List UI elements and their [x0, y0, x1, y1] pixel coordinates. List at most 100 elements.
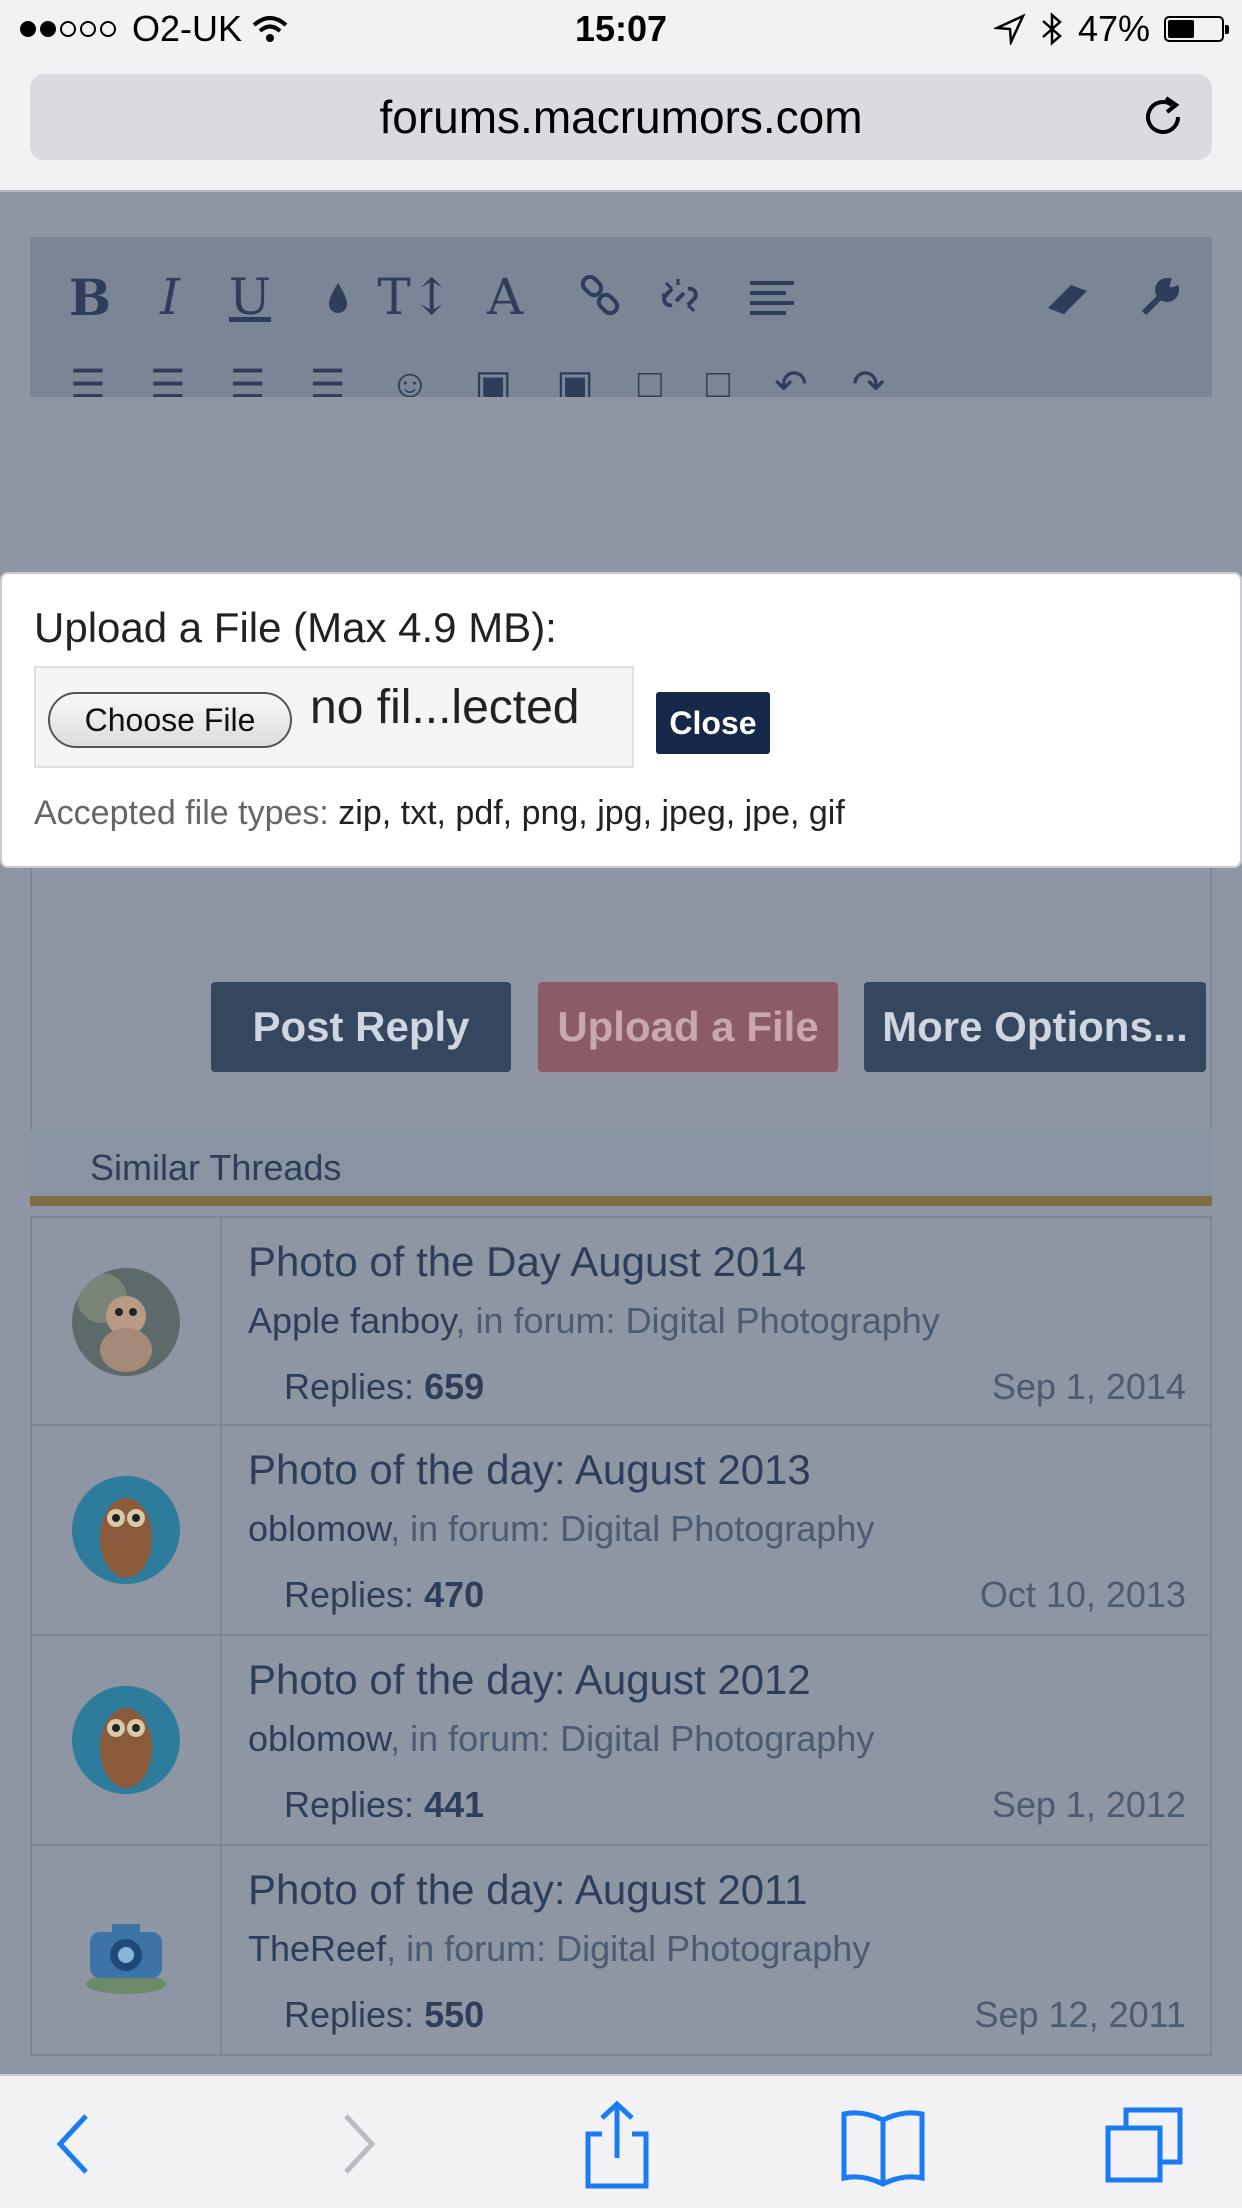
- thread-replies: Replies: 470: [284, 1574, 484, 1616]
- reload-icon[interactable]: [1136, 90, 1190, 144]
- list-icon[interactable]: ☰: [70, 362, 106, 397]
- similar-threads-list: Photo of the Day August 2014 Apple fanbo…: [30, 1216, 1212, 2056]
- location-icon: [993, 13, 1026, 45]
- thread-row[interactable]: Photo of the day: August 2013 oblomow, i…: [30, 1426, 1212, 1636]
- thread-replies: Replies: 659: [284, 1366, 484, 1408]
- url-text: forums.macrumors.com: [379, 91, 863, 143]
- thread-date: Sep 1, 2014: [991, 1366, 1186, 1407]
- status-bar: O2-UK 15:07 47%: [0, 0, 1242, 62]
- accepted-types-list: zip, txt, pdf, png, jpg, jpeg, jpe, gif: [338, 794, 845, 832]
- replies-label: Replies:: [284, 1366, 415, 1407]
- thread-title[interactable]: Photo of the day: August 2011: [248, 1866, 808, 1914]
- thread-meta: Apple fanboy, in forum: Digital Photogra…: [248, 1300, 940, 1342]
- thread-meta: TheReef, in forum: Digital Photography: [248, 1928, 870, 1970]
- undo-icon[interactable]: ↶: [774, 362, 808, 397]
- camera-avatar[interactable]: [72, 1896, 180, 2004]
- replies-label: Replies:: [284, 1994, 415, 2035]
- thread-date: Sep 1, 2012: [991, 1784, 1186, 1825]
- quote-icon[interactable]: □: [638, 362, 662, 397]
- thread-forum[interactable]: Digital Photography: [560, 1508, 874, 1549]
- replies-label: Replies:: [284, 1784, 415, 1825]
- accepted-file-types: Accepted file types: zip, txt, pdf, png,…: [34, 794, 845, 833]
- redo-icon[interactable]: ↷: [852, 362, 886, 397]
- ordered-list-icon[interactable]: ☰: [150, 362, 186, 397]
- owl-avatar[interactable]: [72, 1686, 180, 1794]
- thread-author[interactable]: oblomow: [248, 1508, 390, 1549]
- status-right: 47%: [993, 8, 1229, 50]
- editor-toolbar-row-2: ☰ ☰ ☰ ☰ ☺ ▣ ▣ □ □ ↶ ↷: [70, 362, 970, 397]
- bluetooth-icon: [1042, 12, 1062, 46]
- unlink-icon[interactable]: [650, 262, 710, 332]
- avatar-column: [32, 1426, 222, 1634]
- browser-chrome: forums.macrumors.com: [0, 62, 1242, 192]
- browser-bottom-toolbar: [0, 2074, 1242, 2208]
- thread-meta: oblomow, in forum: Digital Photography: [248, 1718, 874, 1760]
- thread-author[interactable]: TheReef: [248, 1928, 386, 1969]
- media-icon[interactable]: ▣: [556, 362, 594, 397]
- thread-replies: Replies: 441: [284, 1784, 484, 1826]
- thread-forum[interactable]: Digital Photography: [556, 1928, 870, 1969]
- in-forum-text: , in forum:: [455, 1300, 626, 1341]
- address-bar[interactable]: forums.macrumors.com: [30, 74, 1212, 160]
- thread-row[interactable]: Photo of the day: August 2011 TheReef, i…: [30, 1846, 1212, 2056]
- editor-toolbar: B I U T↕ A ☰ ☰ ☰ ☰ ☺ ▣ ▣ □ □ ↶ ↷: [30, 237, 1212, 397]
- code-icon[interactable]: □: [706, 362, 730, 397]
- replies-count: 550: [424, 1994, 485, 2035]
- close-button[interactable]: Close: [656, 692, 770, 754]
- in-forum-text: , in forum:: [386, 1928, 557, 1969]
- replies-label: Replies:: [284, 1574, 415, 1615]
- link-icon[interactable]: [570, 262, 630, 332]
- no-file-selected-label: no fil...lected: [310, 681, 580, 734]
- font-icon[interactable]: A: [475, 262, 535, 332]
- avatar-column: [32, 1218, 222, 1424]
- replies-count: 659: [424, 1366, 485, 1407]
- thread-title[interactable]: Photo of the Day August 2014: [248, 1238, 806, 1286]
- text-size-icon[interactable]: T↕: [377, 262, 452, 332]
- thread-author[interactable]: Apple fanboy: [248, 1300, 456, 1341]
- share-icon[interactable]: [572, 2100, 662, 2190]
- monkey-avatar[interactable]: [72, 1268, 180, 1376]
- similar-threads-heading: Similar Threads: [30, 1130, 1212, 1206]
- italic-icon[interactable]: I: [140, 262, 200, 332]
- battery-icon: [1164, 16, 1229, 42]
- wrench-icon[interactable]: [1130, 262, 1190, 332]
- bold-icon[interactable]: B: [60, 262, 120, 332]
- choose-file-button[interactable]: Choose File: [48, 692, 292, 748]
- color-icon[interactable]: [308, 262, 368, 332]
- thread-row[interactable]: Photo of the day: August 2012 oblomow, i…: [30, 1636, 1212, 1846]
- align-icon[interactable]: [742, 262, 802, 332]
- thread-meta: oblomow, in forum: Digital Photography: [248, 1508, 874, 1550]
- image-icon[interactable]: ▣: [474, 362, 512, 397]
- more-options-button[interactable]: More Options...: [864, 982, 1206, 1072]
- thread-date: Sep 12, 2011: [974, 1994, 1186, 2035]
- in-forum-text: , in forum:: [390, 1508, 561, 1549]
- page-content: B I U T↕ A ☰ ☰ ☰ ☰ ☺ ▣ ▣ □ □ ↶ ↷ Post Re…: [0, 192, 1242, 2074]
- outdent-icon[interactable]: ☰: [230, 362, 266, 397]
- in-forum-text: , in forum:: [390, 1718, 561, 1759]
- avatar-column: [32, 1846, 222, 2054]
- thread-author[interactable]: oblomow: [248, 1718, 390, 1759]
- tabs-icon[interactable]: [1102, 2100, 1192, 2190]
- thread-row[interactable]: Photo of the Day August 2014 Apple fanbo…: [30, 1216, 1212, 1426]
- accepted-label: Accepted file types:: [34, 794, 329, 832]
- owl-avatar[interactable]: [72, 1476, 180, 1584]
- upload-file-dialog: Upload a File (Max 4.9 MB): Choose File …: [0, 572, 1242, 868]
- thread-forum[interactable]: Digital Photography: [626, 1300, 940, 1341]
- bookmarks-icon[interactable]: [838, 2100, 928, 2190]
- file-input[interactable]: Choose File no fil...lected: [34, 666, 634, 768]
- replies-count: 470: [424, 1574, 485, 1615]
- thread-replies: Replies: 550: [284, 1994, 484, 2036]
- thread-title[interactable]: Photo of the day: August 2013: [248, 1446, 811, 1494]
- post-reply-button[interactable]: Post Reply: [211, 982, 511, 1072]
- forward-icon[interactable]: [310, 2100, 400, 2190]
- thread-title[interactable]: Photo of the day: August 2012: [248, 1656, 811, 1704]
- indent-icon[interactable]: ☰: [310, 362, 346, 397]
- upload-file-button[interactable]: Upload a File: [538, 982, 838, 1072]
- upload-dialog-title: Upload a File (Max 4.9 MB):: [34, 604, 557, 651]
- underline-icon[interactable]: U: [220, 262, 280, 332]
- eraser-icon[interactable]: [1040, 262, 1100, 332]
- battery-percent: 47%: [1077, 8, 1150, 49]
- back-icon[interactable]: [32, 2100, 122, 2190]
- thread-forum[interactable]: Digital Photography: [560, 1718, 874, 1759]
- smiley-icon[interactable]: ☺: [389, 362, 430, 397]
